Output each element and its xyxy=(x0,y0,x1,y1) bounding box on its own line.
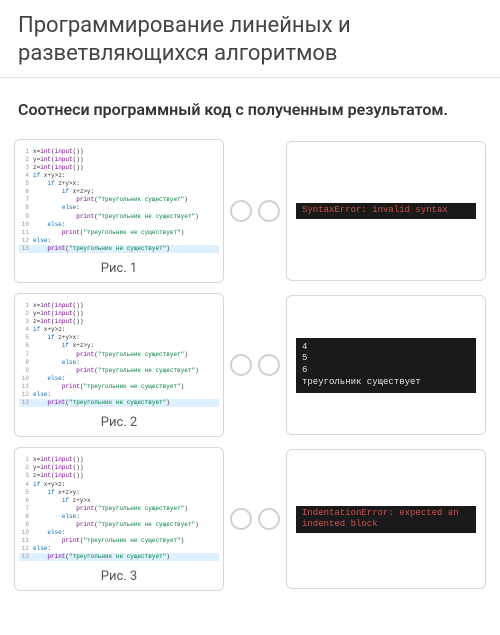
output-card-2[interactable]: 456треугольник существует xyxy=(286,295,486,435)
caption-3: Рис. 3 xyxy=(101,563,137,586)
connector-right-2[interactable] xyxy=(258,354,280,376)
code-block-3: 1x=int(input())2y=int(input())3z=int(inp… xyxy=(15,454,223,563)
code-card-2[interactable]: 1x=int(input())2y=int(input())3z=int(inp… xyxy=(14,293,224,437)
code-card-1[interactable]: 1x=int(input())2y=int(input())3z=int(inp… xyxy=(14,139,224,283)
caption-2: Рис. 2 xyxy=(101,409,137,432)
output-1: SyntaxError: invalid syntax xyxy=(296,203,476,219)
connector-left-1[interactable] xyxy=(230,200,252,222)
output-card-3[interactable]: IndentationError: expected an indented b… xyxy=(286,449,486,589)
connector-right-3[interactable] xyxy=(258,508,280,530)
output-3: IndentationError: expected an indented b… xyxy=(296,506,476,533)
caption-1: Рис. 1 xyxy=(101,255,137,278)
output-card-1[interactable]: SyntaxError: invalid syntax xyxy=(286,141,486,281)
match-row-2: 1x=int(input())2y=int(input())3z=int(inp… xyxy=(0,289,500,443)
code-card-3[interactable]: 1x=int(input())2y=int(input())3z=int(inp… xyxy=(14,447,224,591)
page-title: Программирование линейных и разветвляющи… xyxy=(0,0,500,78)
connector-left-3[interactable] xyxy=(230,508,252,530)
match-row-1: 1x=int(input())2y=int(input())3z=int(inp… xyxy=(0,135,500,289)
connector-left-2[interactable] xyxy=(230,354,252,376)
connector-right-1[interactable] xyxy=(258,200,280,222)
code-block-2: 1x=int(input())2y=int(input())3z=int(inp… xyxy=(15,300,223,409)
output-2: 456треугольник существует xyxy=(296,338,476,393)
instruction-text: Соотнеси программный код с полученным ре… xyxy=(0,78,500,135)
match-row-3: 1x=int(input())2y=int(input())3z=int(inp… xyxy=(0,443,500,597)
code-block-1: 1x=int(input())2y=int(input())3z=int(inp… xyxy=(15,146,223,255)
